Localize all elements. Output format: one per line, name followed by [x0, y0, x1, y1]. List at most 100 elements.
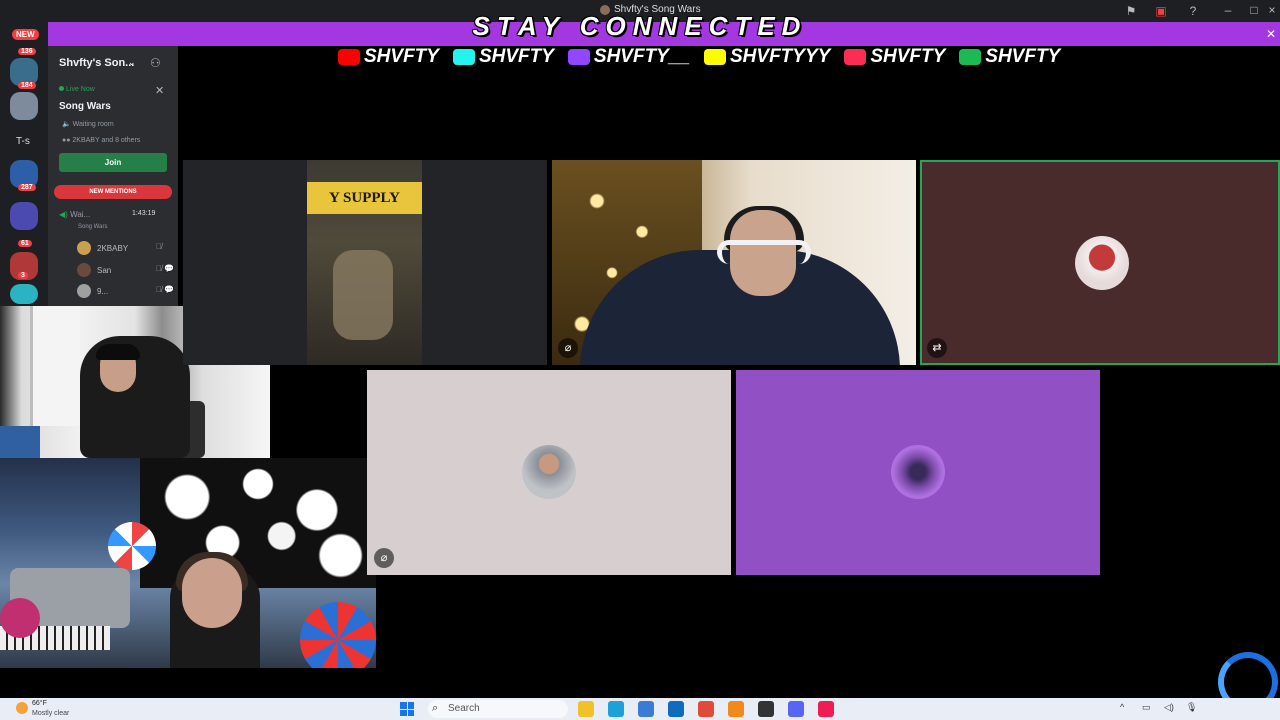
member-name: San [97, 265, 112, 275]
social-handle-text: SHVFTYYY [730, 46, 831, 67]
waiting-room: 🔈 Waiting room [62, 121, 114, 128]
video-tile-2[interactable] [552, 160, 916, 365]
youtube-icon [338, 49, 360, 65]
prize-wheel [108, 522, 156, 570]
store-sign: Y SUPPLY [307, 182, 422, 214]
avatar [77, 241, 91, 255]
taskbar: 66°F Mostly clear ⌕ Search ^ ▭ ◁) 🎙 [0, 698, 1280, 720]
search-label: Search [448, 703, 480, 714]
participant-avatar [522, 445, 576, 499]
server-icon-4[interactable] [10, 202, 38, 230]
weather-condition: Mostly clear [32, 710, 70, 717]
mute-icon: 🎙̸ 💬 [156, 285, 175, 294]
snapchat-icon [704, 49, 726, 65]
channel-sidebar: Shvfty's Son... ⌄ ⚇ Live Now ✕ Song Wars… [48, 46, 178, 306]
volume-icon[interactable]: ◁) [1164, 702, 1174, 713]
guest-face [182, 558, 242, 628]
server-icon-6[interactable] [10, 284, 38, 304]
muted-mic-icon: ⌀ [374, 548, 394, 568]
start-button[interactable] [400, 702, 414, 716]
streamer-hat [96, 344, 140, 360]
social-handle-text: SHVFTY [985, 46, 1061, 67]
voice-member[interactable]: 9... [77, 284, 108, 298]
unread-badge: 287 [18, 184, 36, 191]
cloud-wall [140, 458, 376, 588]
server-icon-2[interactable] [10, 92, 38, 120]
waiting-room-label: Waiting room [72, 121, 114, 128]
door [30, 306, 80, 426]
unread-badge: 136 [18, 48, 36, 55]
new-mentions-button[interactable]: NEW MENTIONS [54, 185, 172, 199]
plush-toy [0, 598, 40, 638]
chevron-up-icon[interactable]: ^ [1120, 702, 1124, 712]
headphones [717, 240, 811, 264]
social-handle-text: SHVFTY [364, 46, 439, 67]
new-badge: NEW [12, 29, 39, 40]
video-subject [333, 250, 393, 340]
participant-avatar [891, 445, 945, 499]
participant-avatar [1075, 236, 1129, 290]
video-tile-5[interactable] [736, 370, 1100, 575]
twitch-icon [567, 49, 590, 65]
chrome-icon[interactable] [698, 701, 714, 717]
mute-icon: 🎙̸ 💬 [156, 264, 175, 273]
stream-icon: ⇄ [927, 338, 947, 358]
video-tile-3[interactable] [920, 160, 1280, 365]
video-tile-4[interactable] [367, 370, 731, 575]
listeners-summary: ●● 2KBABY and 8 others [62, 137, 141, 144]
network-icon[interactable]: ▭ [1142, 702, 1151, 713]
close-icon[interactable]: ✕ [155, 84, 164, 97]
voice-channel[interactable]: ◀) Wai... [59, 210, 90, 219]
member-name: 9... [97, 286, 109, 296]
voice-channel-name: Wai... [70, 210, 91, 219]
social-handle-snapchat: SHVFTYYY [704, 46, 830, 68]
avatar [77, 263, 91, 277]
chevron-down-icon[interactable]: ⌄ [128, 57, 136, 68]
edge-icon[interactable] [608, 701, 624, 717]
weather-icon [16, 702, 28, 714]
outlook-icon[interactable] [668, 701, 684, 717]
mic-icon[interactable]: 🎙 [1186, 702, 1197, 713]
weather-temp: 66°F [32, 700, 47, 707]
social-handle-apple-music: SHVFTY [844, 46, 945, 68]
obs-icon[interactable] [758, 701, 774, 717]
screen: Shvfty's Song Wars ⚑ ▣ ? – □ × ✕ STAY CO… [0, 0, 1280, 720]
tiktok-icon [452, 49, 475, 65]
taskbar-search[interactable]: ⌕ Search [428, 700, 568, 718]
discord-icon[interactable] [788, 701, 804, 717]
unread-badge: 61 [18, 240, 32, 247]
social-handle-text: SHVFTY [478, 46, 554, 67]
voice-member[interactable]: San [77, 263, 111, 277]
unread-badge: 3 [18, 272, 28, 279]
join-button[interactable]: Join [59, 153, 167, 172]
server-name[interactable]: Shvfty's Son... [59, 57, 134, 69]
social-handles: SHVFTY SHVFTY SHVFTY__ SHVFTYYY SHVFTY SHVFTY [338, 46, 1060, 68]
guest-webcam [0, 458, 376, 668]
mute-icon: 🎙̸ [156, 242, 162, 251]
member-name: 2KBABY [97, 243, 129, 253]
tiktok-icon[interactable] [818, 701, 834, 717]
stream-overlay-title: STAY CONNECTED [472, 11, 808, 41]
live-dot-icon [59, 86, 64, 91]
server-rail: NEW 136 184 T-s 287 61 3 [0, 22, 48, 306]
speaker-icon: ◀) [59, 210, 68, 219]
social-handle-youtube: SHVFTY [338, 46, 439, 68]
social-handle-tiktok: SHVFTY [452, 46, 554, 68]
voice-channel-sub: Song Wars [78, 224, 108, 230]
muted-mic-icon: ⌀ [558, 338, 578, 358]
voice-timer: 1:43:19 [132, 210, 156, 217]
server-text-icon[interactable]: T-s [16, 136, 30, 147]
add-member-icon[interactable]: ⚇ [150, 56, 161, 70]
store-icon[interactable] [638, 701, 654, 717]
search-icon: ⌕ [432, 702, 439, 714]
spin-wheel [300, 602, 376, 668]
voice-member[interactable]: 2KBABY [77, 241, 128, 255]
social-handle-spotify: SHVFTY [959, 46, 1060, 68]
unread-badge: 184 [18, 82, 36, 89]
social-handle-twitch: SHVFTY__ [567, 46, 690, 68]
live-label: Live Now [66, 86, 95, 93]
video-tile-1[interactable]: Y SUPPLY [183, 160, 547, 365]
file-explorer-icon[interactable] [578, 701, 594, 717]
vlc-icon[interactable] [728, 701, 744, 717]
stage-name[interactable]: Song Wars [59, 101, 111, 112]
